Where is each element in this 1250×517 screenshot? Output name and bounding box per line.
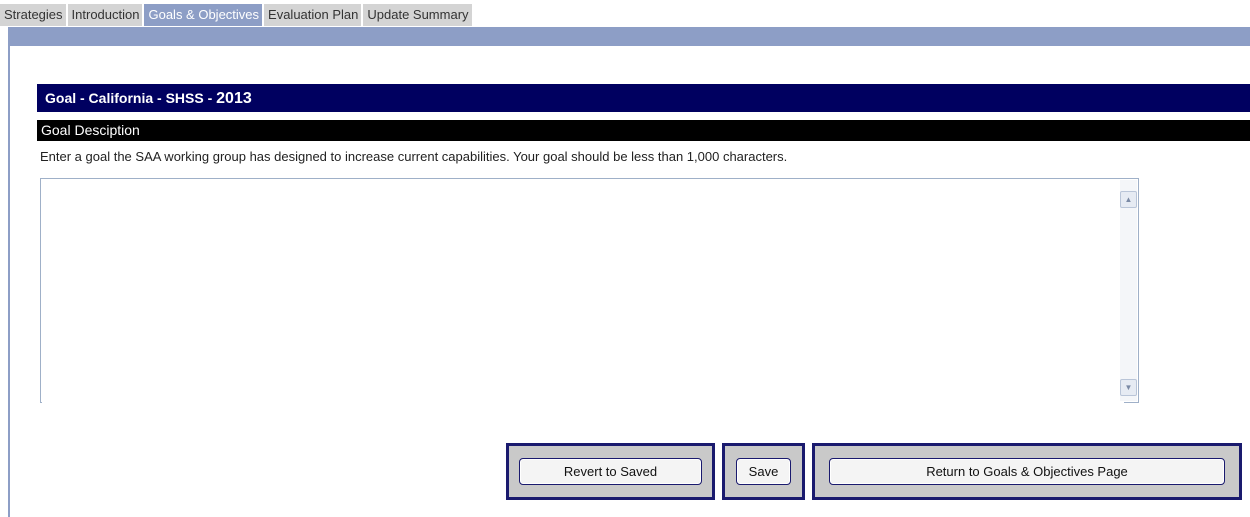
scroll-up-icon[interactable]: ▲ [1120,191,1137,208]
scrollbar[interactable]: ▲ ▼ [1120,180,1137,401]
save-button[interactable]: Save [736,458,791,485]
goal-header-prefix: Goal - California - SHSS - [45,90,217,106]
tab-introduction[interactable]: Introduction [67,4,145,26]
save-button-frame: Save [722,443,805,500]
revert-to-saved-button[interactable]: Revert to Saved [519,458,702,485]
goal-header-year: 2013 [216,90,252,107]
goal-description-title: Goal Desciption [37,120,1250,141]
revert-button-frame: Revert to Saved [506,443,715,500]
goal-instruction-text: Enter a goal the SAA working group has d… [40,149,788,164]
goal-description-box: ▲ ▼ [40,178,1139,405]
tab-bar: Strategies Introduction Goals & Objectiv… [0,4,474,26]
return-to-goals-objectives-button[interactable]: Return to Goals & Objectives Page [829,458,1225,485]
goal-description-input[interactable] [42,180,1124,405]
tab-underline-strip [8,27,1250,46]
scroll-down-icon[interactable]: ▼ [1120,379,1137,396]
tab-evaluation-plan[interactable]: Evaluation Plan [264,4,364,26]
tab-strategies[interactable]: Strategies [0,4,68,26]
return-button-frame: Return to Goals & Objectives Page [812,443,1242,500]
tab-goals-objectives[interactable]: Goals & Objectives [144,4,265,26]
tab-update-summary[interactable]: Update Summary [363,4,474,26]
goal-header: Goal - California - SHSS - 2013 [37,84,1250,112]
left-border [8,27,10,517]
